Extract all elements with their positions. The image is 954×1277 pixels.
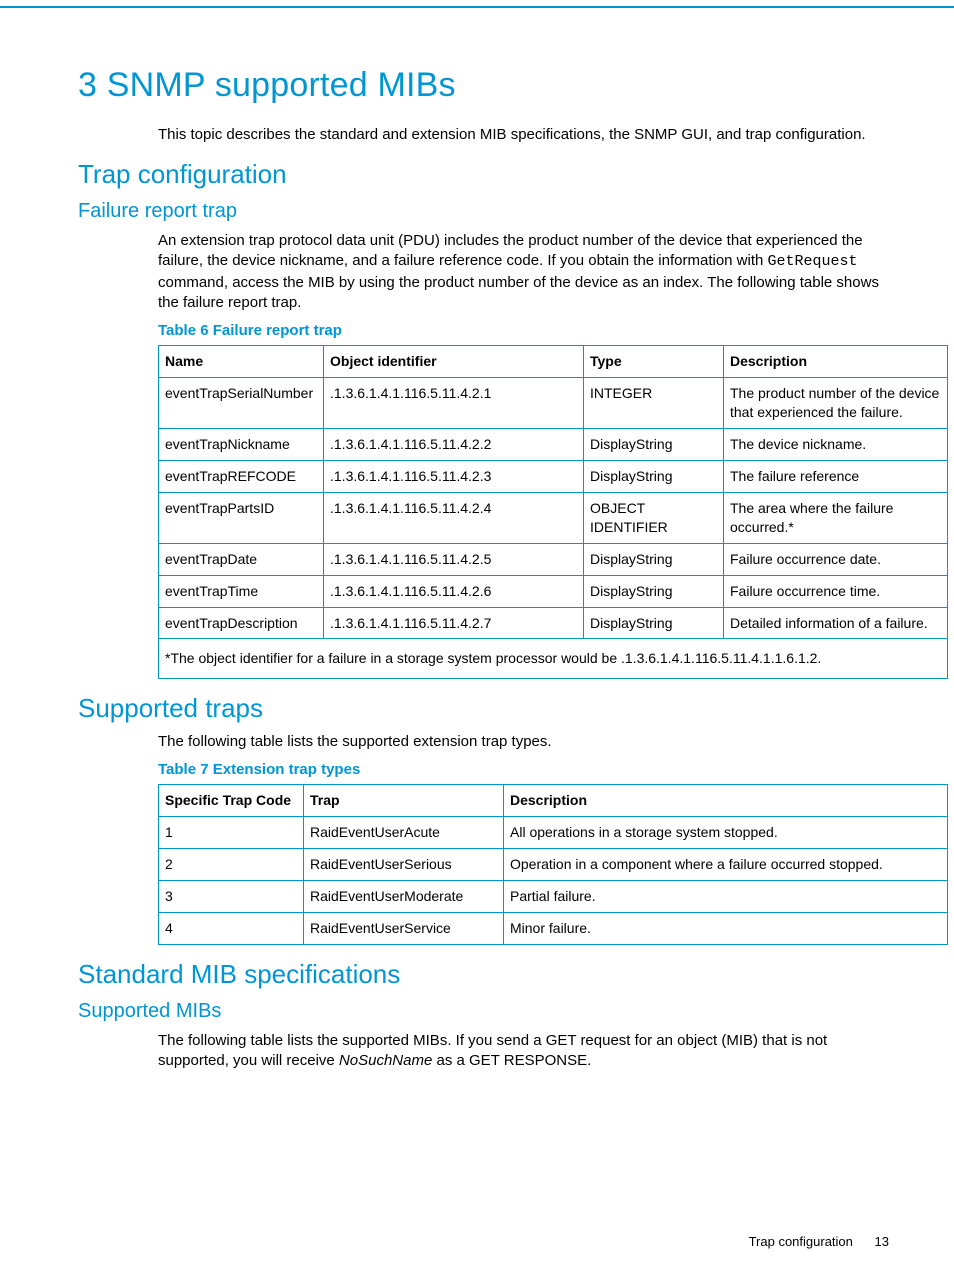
table7-extension-trap-types: Specific Trap Code Trap Description 1 Ra… — [158, 784, 948, 944]
table-row: 4 RaidEventUserService Minor failure. — [159, 912, 948, 944]
cell-trap: RaidEventUserService — [304, 912, 504, 944]
cell-desc: All operations in a storage system stopp… — [504, 817, 948, 849]
cell-oid: .1.3.6.1.4.1.116.5.11.4.2.5 — [324, 543, 584, 575]
subsection-failure-report-trap: Failure report trap — [78, 198, 889, 225]
chapter-title: 3 SNMP supported MIBs — [78, 63, 889, 109]
supported-mibs-text-post: as a GET RESPONSE. — [432, 1052, 591, 1069]
cell-type: DisplayString — [584, 607, 724, 639]
cell-type: DisplayString — [584, 429, 724, 461]
cell-name: eventTrapNickname — [159, 429, 324, 461]
cell-desc: The device nickname. — [724, 429, 948, 461]
cell-oid: .1.3.6.1.4.1.116.5.11.4.2.3 — [324, 461, 584, 493]
failure-trap-paragraph: An extension trap protocol data unit (PD… — [78, 231, 889, 313]
cell-type: DisplayString — [584, 543, 724, 575]
cell-oid: .1.3.6.1.4.1.116.5.11.4.2.2 — [324, 429, 584, 461]
table-row: eventTrapTime .1.3.6.1.4.1.116.5.11.4.2.… — [159, 575, 948, 607]
cell-desc: Detailed information of a failure. — [724, 607, 948, 639]
table6-footnote: *The object identifier for a failure in … — [159, 639, 948, 678]
th-description: Description — [724, 346, 948, 378]
cell-desc: Failure occurrence time. — [724, 575, 948, 607]
th-oid: Object identifier — [324, 346, 584, 378]
cell-name: eventTrapREFCODE — [159, 461, 324, 493]
cell-desc: The failure reference — [724, 461, 948, 493]
intro-paragraph: This topic describes the standard and ex… — [78, 125, 889, 145]
cell-desc: The product number of the device that ex… — [724, 378, 948, 429]
section-standard-mib-spec: Standard MIB specifications — [78, 957, 889, 992]
cell-oid: .1.3.6.1.4.1.116.5.11.4.2.6 — [324, 575, 584, 607]
cell-desc: Failure occurrence date. — [724, 543, 948, 575]
page-footer: Trap configuration 13 — [749, 1233, 889, 1251]
table6-failure-report-trap: Name Object identifier Type Description … — [158, 345, 948, 678]
table-row: eventTrapSerialNumber .1.3.6.1.4.1.116.5… — [159, 378, 948, 429]
table-row: eventTrapPartsID .1.3.6.1.4.1.116.5.11.4… — [159, 492, 948, 543]
cell-type: DisplayString — [584, 575, 724, 607]
cell-oid: .1.3.6.1.4.1.116.5.11.4.2.1 — [324, 378, 584, 429]
th-trap: Trap — [304, 785, 504, 817]
th-name: Name — [159, 346, 324, 378]
table-row: eventTrapDate .1.3.6.1.4.1.116.5.11.4.2.… — [159, 543, 948, 575]
cell-code: 3 — [159, 881, 304, 913]
page-content: 3 SNMP supported MIBs This topic describ… — [0, 6, 954, 1071]
cell-desc: The area where the failure occurred.* — [724, 492, 948, 543]
code-getrequest: GetRequest — [768, 253, 858, 270]
failure-trap-text-post: command, access the MIB by using the pro… — [158, 274, 879, 311]
footer-section-label: Trap configuration — [749, 1234, 853, 1249]
cell-name: eventTrapTime — [159, 575, 324, 607]
table-row: eventTrapREFCODE .1.3.6.1.4.1.116.5.11.4… — [159, 461, 948, 493]
section-supported-traps: Supported traps — [78, 691, 889, 726]
cell-type: DisplayString — [584, 461, 724, 493]
cell-trap: RaidEventUserModerate — [304, 881, 504, 913]
cell-code: 2 — [159, 849, 304, 881]
table-header-row: Name Object identifier Type Description — [159, 346, 948, 378]
table-row: 2 RaidEventUserSerious Operation in a co… — [159, 849, 948, 881]
cell-name: eventTrapSerialNumber — [159, 378, 324, 429]
table-row: 3 RaidEventUserModerate Partial failure. — [159, 881, 948, 913]
th-type: Type — [584, 346, 724, 378]
cell-trap: RaidEventUserSerious — [304, 849, 504, 881]
cell-name: eventTrapDate — [159, 543, 324, 575]
cell-desc: Operation in a component where a failure… — [504, 849, 948, 881]
cell-trap: RaidEventUserAcute — [304, 817, 504, 849]
table-row: 1 RaidEventUserAcute All operations in a… — [159, 817, 948, 849]
table6-caption: Table 6 Failure report trap — [158, 321, 889, 341]
failure-trap-text-pre: An extension trap protocol data unit (PD… — [158, 232, 863, 269]
nosuchname-ital: NoSuchName — [339, 1052, 432, 1069]
cell-desc: Partial failure. — [504, 881, 948, 913]
cell-name: eventTrapPartsID — [159, 492, 324, 543]
cell-type: OBJECT IDENTIFIER — [584, 492, 724, 543]
cell-oid: .1.3.6.1.4.1.116.5.11.4.2.7 — [324, 607, 584, 639]
table-header-row: Specific Trap Code Trap Description — [159, 785, 948, 817]
section-trap-configuration: Trap configuration — [78, 157, 889, 192]
cell-code: 4 — [159, 912, 304, 944]
table-row: eventTrapNickname .1.3.6.1.4.1.116.5.11.… — [159, 429, 948, 461]
th-description: Description — [504, 785, 948, 817]
cell-name: eventTrapDescription — [159, 607, 324, 639]
cell-code: 1 — [159, 817, 304, 849]
cell-type: INTEGER — [584, 378, 724, 429]
supported-traps-paragraph: The following table lists the supported … — [78, 732, 889, 752]
page-number: 13 — [875, 1234, 889, 1249]
subsection-supported-mibs: Supported MIBs — [78, 998, 889, 1025]
table-footnote-row: *The object identifier for a failure in … — [159, 639, 948, 678]
table-row: eventTrapDescription .1.3.6.1.4.1.116.5.… — [159, 607, 948, 639]
th-code: Specific Trap Code — [159, 785, 304, 817]
supported-mibs-paragraph: The following table lists the supported … — [78, 1031, 889, 1072]
cell-oid: .1.3.6.1.4.1.116.5.11.4.2.4 — [324, 492, 584, 543]
cell-desc: Minor failure. — [504, 912, 948, 944]
table7-caption: Table 7 Extension trap types — [158, 760, 889, 780]
